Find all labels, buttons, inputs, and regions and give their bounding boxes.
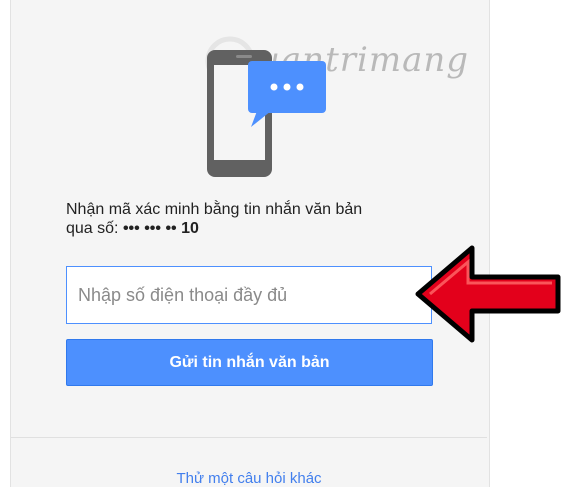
red-arrow-icon	[415, 245, 561, 343]
divider	[11, 437, 487, 438]
phone-number-input[interactable]	[66, 266, 432, 324]
masked-phone-number: ••• ••• •• 10	[122, 220, 199, 237]
prompt-line-2: qua số: ••• ••• •• 10	[66, 219, 446, 238]
verification-prompt: Nhận mã xác minh bằng tin nhắn văn bản q…	[66, 200, 446, 238]
try-another-question-link[interactable]: Thử một câu hỏi khác	[10, 470, 488, 487]
prompt-line-1: Nhận mã xác minh bằng tin nhắn văn bản	[66, 201, 363, 218]
send-text-message-button[interactable]: Gửi tin nhắn văn bản	[66, 339, 433, 386]
phone-sms-icon	[207, 50, 326, 177]
send-button-label: Gửi tin nhắn văn bản	[169, 353, 330, 371]
prompt-prefix: qua số:	[66, 220, 123, 237]
